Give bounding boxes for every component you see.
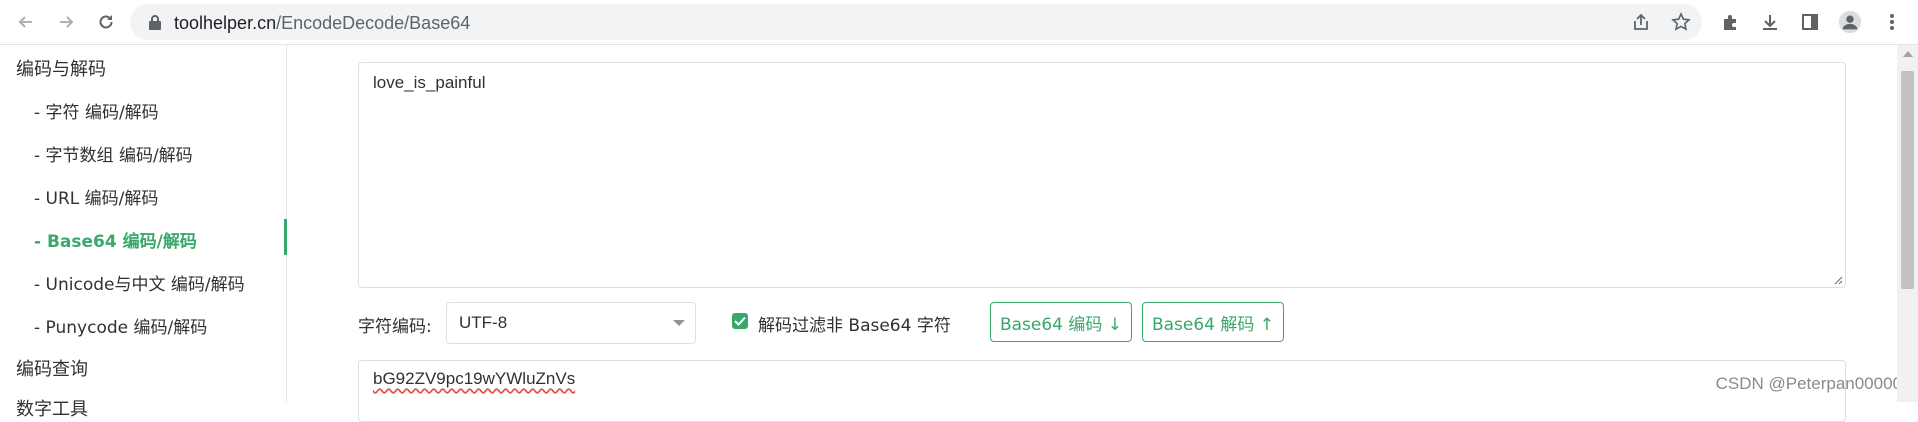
sidebar-item-char[interactable]: - 字符 编码/解码	[34, 98, 159, 123]
browser-toolbar: toolhelper.cn/EncodeDecode/Base64	[0, 0, 1918, 45]
base64-decode-button[interactable]: Base64 解码 ↑	[1142, 302, 1284, 342]
bookmark-star-icon[interactable]	[1670, 11, 1692, 33]
active-indicator	[284, 219, 287, 255]
base64-encode-button[interactable]: Base64 编码 ↓	[990, 302, 1132, 342]
resize-grip-icon[interactable]	[1833, 275, 1843, 285]
forward-icon[interactable]	[54, 10, 78, 34]
filter-label[interactable]: 解码过滤非 Base64 字符	[758, 311, 951, 336]
lock-icon[interactable]	[144, 11, 166, 33]
sidebar-item-base64[interactable]: - Base64 编码/解码	[34, 227, 197, 252]
check-icon	[734, 316, 746, 326]
filter-checkbox[interactable]	[732, 313, 748, 329]
sidebar-item-bytes[interactable]: - 字节数组 编码/解码	[34, 141, 193, 166]
extensions-icon[interactable]	[1718, 10, 1742, 34]
profile-avatar-icon[interactable]	[1838, 10, 1862, 34]
url-path: /EncodeDecode/Base64	[276, 13, 471, 33]
page-scrollbar[interactable]	[1897, 45, 1918, 402]
back-icon[interactable]	[14, 10, 38, 34]
sidebar-item-punycode[interactable]: - Punycode 编码/解码	[34, 313, 207, 338]
charset-label: 字符编码:	[358, 317, 432, 337]
sidebar-item-url[interactable]: - URL 编码/解码	[34, 184, 158, 209]
share-icon[interactable]	[1630, 11, 1652, 33]
chevron-down-icon	[673, 320, 685, 326]
input-text: love_is_painful	[373, 73, 486, 92]
sidebar: 编码与解码 - 字符 编码/解码 - 字节数组 编码/解码 - URL 编码/解…	[0, 45, 287, 420]
url-host: toolhelper.cn	[174, 13, 277, 33]
reload-icon[interactable]	[94, 10, 118, 34]
address-bar[interactable]: toolhelper.cn/EncodeDecode/Base64	[130, 4, 1702, 40]
charset-value: UTF-8	[459, 313, 508, 332]
sidebar-category-number-tools[interactable]: 数字工具	[16, 395, 88, 421]
sidebar-item-unicode[interactable]: - Unicode与中文 编码/解码	[34, 270, 245, 295]
scroll-up-icon[interactable]	[1903, 51, 1913, 57]
sidebar-category-encode-decode[interactable]: 编码与解码	[16, 55, 106, 81]
side-panel-icon[interactable]	[1798, 10, 1822, 34]
url-text[interactable]: toolhelper.cn/EncodeDecode/Base64	[174, 13, 470, 34]
output-text: bG92ZV9pc19wYWluZnVs	[373, 369, 576, 388]
download-icon[interactable]	[1758, 10, 1782, 34]
scroll-thumb[interactable]	[1901, 71, 1914, 289]
input-textarea[interactable]: love_is_painful	[358, 62, 1846, 288]
output-textarea[interactable]: bG92ZV9pc19wYWluZnVs	[358, 360, 1846, 422]
csdn-watermark: CSDN @Peterpan00000	[1715, 374, 1902, 393]
sidebar-category-encoding-query[interactable]: 编码查询	[16, 355, 88, 381]
menu-kebab-icon[interactable]	[1880, 10, 1904, 34]
charset-select[interactable]: UTF-8	[446, 302, 696, 344]
